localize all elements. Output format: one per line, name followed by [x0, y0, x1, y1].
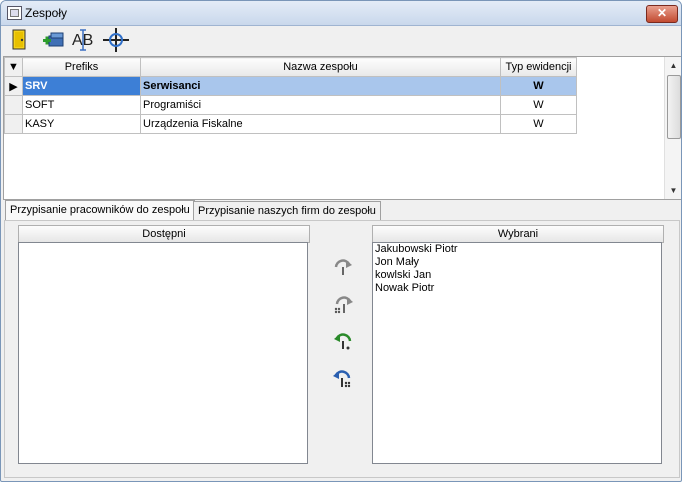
move-right-icon[interactable]	[331, 255, 355, 279]
available-list[interactable]	[18, 242, 308, 464]
row-indicator	[4, 95, 23, 115]
cell-name[interactable]: Programiści	[140, 95, 501, 115]
door-exit-icon[interactable]	[9, 28, 33, 52]
column-header-name[interactable]: Nazwa zespołu	[140, 57, 501, 77]
row-indicator	[4, 114, 23, 134]
move-all-left-icon[interactable]	[331, 367, 355, 391]
row-indicator: ▶	[4, 76, 23, 96]
scroll-thumb[interactable]	[667, 75, 681, 139]
scroll-down-icon[interactable]: ▼	[665, 182, 681, 199]
list-item[interactable]: Jakubowski Piotr	[373, 243, 661, 256]
table-row[interactable]: KASY Urządzenia Fiskalne W	[4, 114, 577, 134]
window: Zespoły ✕ AB	[0, 0, 682, 482]
grid-scrollbar[interactable]: ▲ ▼	[664, 57, 681, 199]
teams-grid: ▼ Prefiks Nazwa zespołu Typ ewidencji ▶ …	[3, 56, 681, 200]
selected-header: Wybrani	[372, 225, 664, 243]
tab-companies[interactable]: Przypisanie naszych firm do zespołu	[193, 201, 381, 220]
available-header: Dostępni	[18, 225, 310, 243]
scroll-up-icon[interactable]: ▲	[665, 57, 681, 74]
toolbar: AB	[1, 26, 681, 54]
list-item[interactable]: Nowak Piotr	[373, 282, 661, 295]
cell-prefix[interactable]: SRV	[22, 76, 141, 96]
tab-employees[interactable]: Przypisanie pracowników do zespołu	[5, 200, 195, 221]
table-row[interactable]: SOFT Programiści W	[4, 95, 577, 115]
cell-type[interactable]: W	[500, 76, 577, 96]
selected-list[interactable]: Jakubowski Piotr Jon Mały kowlski Jan No…	[372, 242, 662, 464]
move-left-icon[interactable]	[331, 329, 355, 353]
list-item[interactable]: Jon Mały	[373, 256, 661, 269]
move-all-right-icon[interactable]	[331, 293, 355, 317]
tab-panel: Dostępni Wybrani Jakubowski Piotr Jon Ma…	[4, 220, 680, 478]
rename-ab-icon[interactable]: AB	[71, 28, 95, 52]
cell-name[interactable]: Serwisanci	[140, 76, 501, 96]
cell-prefix[interactable]: KASY	[22, 114, 141, 134]
column-header-prefix[interactable]: Prefiks	[22, 57, 141, 77]
add-record-icon[interactable]	[41, 28, 65, 52]
column-header-type[interactable]: Typ ewidencji	[500, 57, 577, 77]
cell-type[interactable]: W	[500, 95, 577, 115]
header-indicator[interactable]: ▼	[4, 57, 23, 77]
cell-prefix[interactable]: SOFT	[22, 95, 141, 115]
table-row[interactable]: ▶ SRV Serwisanci W	[4, 76, 577, 96]
cell-type[interactable]: W	[500, 114, 577, 134]
cell-name[interactable]: Urządzenia Fiskalne	[140, 114, 501, 134]
title-bar: Zespoły ✕	[1, 1, 681, 26]
window-icon	[7, 6, 22, 20]
crosshair-icon[interactable]	[103, 28, 129, 52]
list-item[interactable]: kowlski Jan	[373, 269, 661, 282]
window-title: Zespoły	[25, 6, 68, 20]
close-button[interactable]: ✕	[646, 5, 678, 23]
